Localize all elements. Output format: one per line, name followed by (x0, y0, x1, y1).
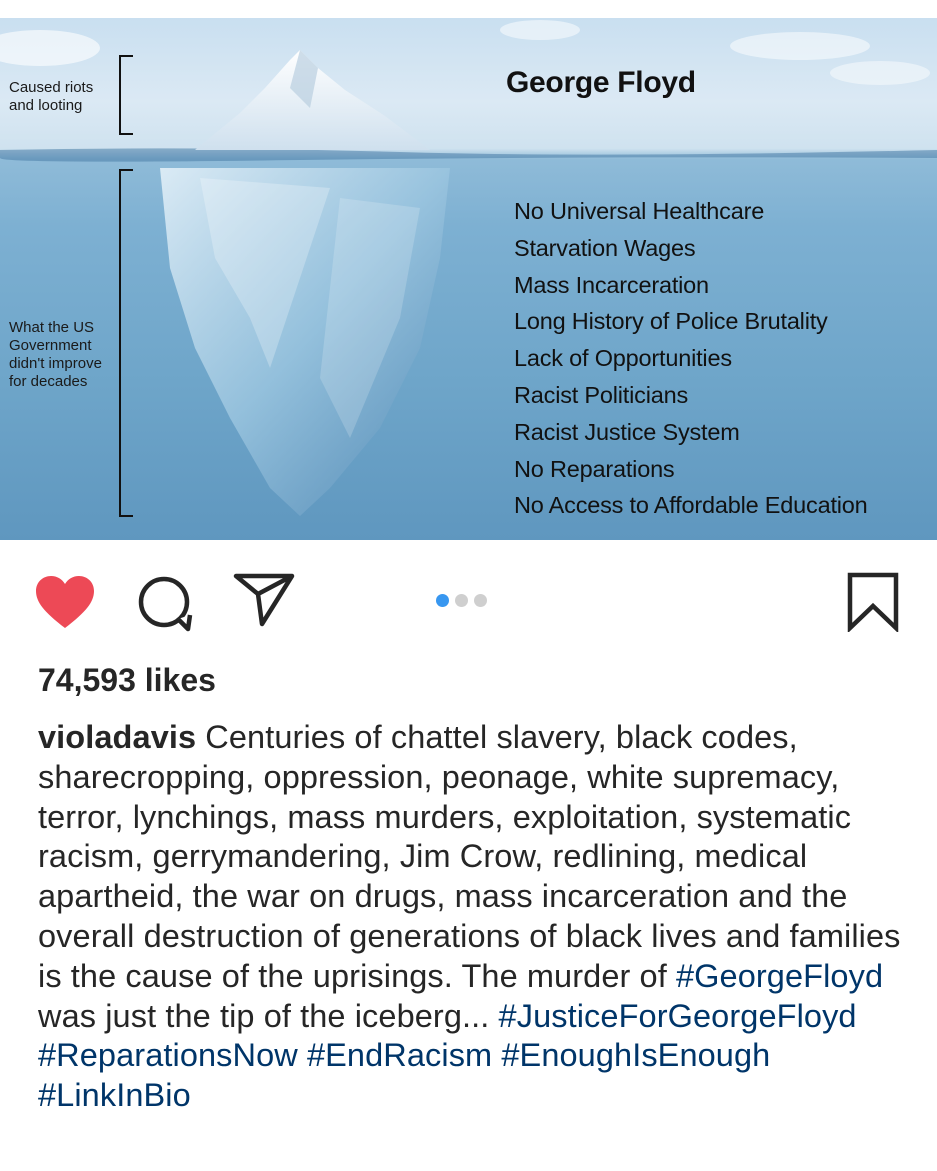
cause-item: Starvation Wages (514, 234, 696, 261)
caption-username[interactable]: violadavis (38, 719, 196, 755)
caption-text: Centuries of chattel slavery, black code… (38, 719, 901, 994)
below-water-label: What the US Government didn't improve fo… (9, 319, 102, 390)
hashtag-link[interactable]: #EnoughIsEnough (501, 1037, 770, 1073)
cause-item: Racist Justice System (514, 418, 740, 445)
post-caption: violadavis Centuries of chattel slavery,… (38, 718, 918, 1116)
bookmark-icon[interactable] (846, 572, 900, 632)
carousel-dot (455, 594, 468, 607)
cause-item: Racist Politicians (514, 381, 689, 408)
hashtag-link[interactable]: #ReparationsNow (38, 1037, 298, 1073)
hashtag-link[interactable]: #EndRacism (307, 1037, 492, 1073)
carousel-dot-active (436, 594, 449, 607)
causes-list: No Universal Healthcare Starvation Wages… (514, 193, 868, 524)
hashtag-link[interactable]: #LinkInBio (38, 1077, 191, 1113)
image-title: George Floyd (506, 66, 696, 99)
send-icon[interactable] (232, 572, 296, 628)
above-water-label: Caused riots and looting (9, 79, 94, 114)
carousel-indicator (436, 594, 487, 607)
comment-icon[interactable] (136, 575, 194, 633)
cause-item: No Access to Affordable Education (514, 492, 868, 519)
caption-text-2: was just the tip of the iceberg... (38, 997, 499, 1034)
post-image[interactable]: Caused riots and looting What the US Gov… (0, 18, 937, 540)
heart-icon[interactable] (34, 574, 96, 630)
carousel-dot (474, 594, 487, 607)
cause-item: Long History of Police Brutality (514, 308, 828, 335)
hashtag-link[interactable]: #GeorgeFloyd (676, 958, 883, 994)
cause-item: Lack of Opportunities (514, 345, 732, 372)
likes-count[interactable]: 74,593 likes (38, 662, 216, 699)
cause-item: No Universal Healthcare (514, 198, 765, 224)
cause-item: No Reparations (514, 455, 675, 482)
hashtag-link[interactable]: #JusticeForGeorgeFloyd (499, 998, 857, 1034)
cause-item: Mass Incarceration (514, 271, 709, 298)
